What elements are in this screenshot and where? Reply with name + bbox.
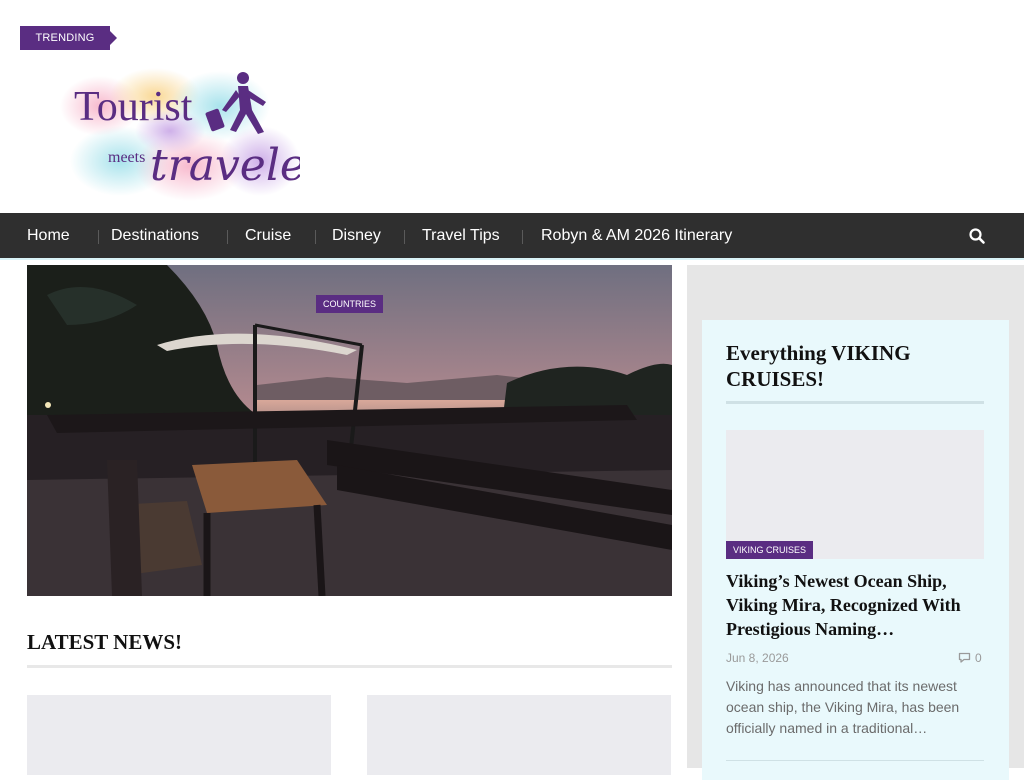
latest-news-heading: LATEST NEWS! <box>27 630 183 654</box>
site-logo[interactable]: Tourist meets traveler <box>60 66 330 210</box>
widget-underline <box>726 401 984 404</box>
hero-featured-image[interactable]: COUNTRIES <box>27 265 672 596</box>
nav-itinerary[interactable]: Robyn & AM 2026 Itinerary <box>541 213 732 258</box>
nav-home[interactable]: Home <box>27 213 70 258</box>
latest-news-underline <box>27 665 672 668</box>
post-date: Jun 8, 2026 <box>726 651 789 665</box>
post-title-link[interactable]: Viking’s Newest Ocean Ship, Viking Mira,… <box>726 569 984 641</box>
nav-travel-tips[interactable]: Travel Tips <box>422 213 500 258</box>
logo-word-2: meets <box>108 149 145 166</box>
post-excerpt: Viking has announced that its newest oce… <box>726 678 960 736</box>
nav-divider <box>315 230 316 244</box>
latest-news-tile[interactable] <box>27 695 331 775</box>
comment-icon <box>958 652 971 663</box>
widget-title: Everything VIKING CRUISES! <box>726 341 911 391</box>
hero-sunset-deck-image <box>27 265 672 596</box>
search-icon[interactable] <box>968 227 986 245</box>
nav-divider <box>227 230 228 244</box>
latest-news-tile[interactable] <box>367 695 671 775</box>
nav-divider <box>98 230 99 244</box>
hero-category-badge[interactable]: COUNTRIES <box>316 295 384 313</box>
logo-word-3: traveler <box>150 140 300 191</box>
logo-word-1: Tourist <box>74 84 193 130</box>
post-divider <box>726 760 984 761</box>
logo-artwork: Tourist meets traveler <box>60 68 330 201</box>
nav-divider <box>522 230 523 244</box>
nav-divider <box>404 230 405 244</box>
post-thumbnail[interactable]: VIKING CRUISES <box>726 430 984 559</box>
main-nav: Home Destinations Cruise Disney Travel T… <box>0 213 1024 260</box>
post-comment-count: 0 <box>975 651 982 665</box>
nav-cruise[interactable]: Cruise <box>245 213 291 258</box>
nav-destinations[interactable]: Destinations <box>111 213 199 258</box>
post-category-badge[interactable]: VIKING CRUISES <box>726 541 814 559</box>
trending-tag[interactable]: TRENDING <box>20 26 117 50</box>
nav-disney[interactable]: Disney <box>332 213 381 258</box>
post-comments-link[interactable]: 0 <box>958 651 982 665</box>
